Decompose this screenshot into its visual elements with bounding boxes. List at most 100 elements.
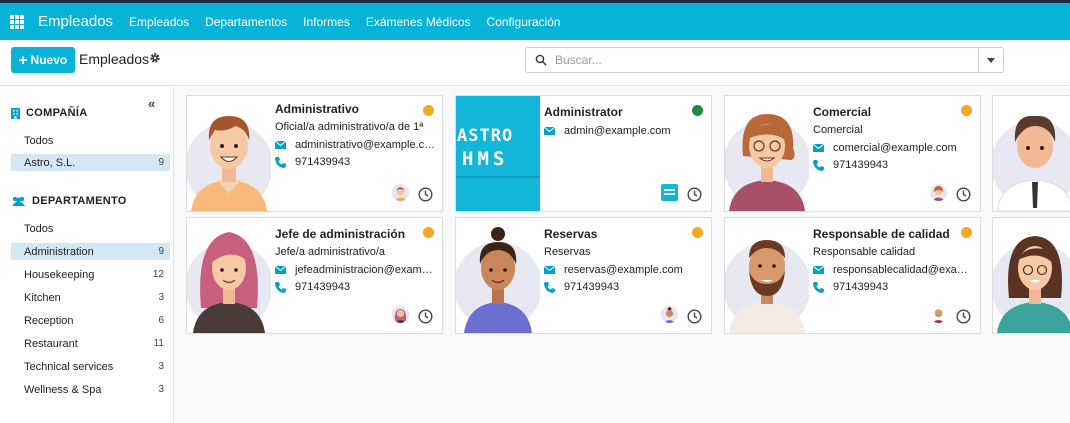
manager-avatar[interactable] [930,184,947,201]
employee-email-row: responsablecalidad@example.com [813,263,974,277]
employee-info: Administrativo Oficial/a administrativo/… [275,102,436,169]
apps-grid-icon[interactable] [10,14,24,29]
employee-info: Responsable de calidad Responsable calid… [813,227,974,294]
employee-job-title: Reservas [544,246,591,258]
employee-email-row: admin@example.com [544,124,705,138]
employee-info: Administrator admin@example.com [544,105,705,138]
employee-phone[interactable]: 971439943 [295,156,350,168]
employee-photo [725,218,809,333]
presence-status-dot [961,227,972,238]
employee-card[interactable]: Jefe de administración Jefe/a administra… [186,217,443,334]
clock-icon[interactable] [956,309,971,324]
search-box [525,47,1004,73]
search-options-toggle[interactable] [978,48,1003,72]
manager-avatar[interactable] [930,306,947,323]
department-item-label: Reception [24,314,74,327]
manager-avatar[interactable] [392,184,409,201]
phone-icon [275,281,286,293]
employee-email[interactable]: reservas@example.com [564,264,683,276]
employee-name: Comercial [813,105,872,119]
menu-empleados[interactable]: Empleados [129,15,189,29]
employee-phone[interactable]: 971439943 [295,281,350,293]
department-item-administration[interactable]: Administration 9 [11,243,170,260]
gear-icon[interactable] [149,52,161,64]
logo-line-hms: HMS [462,148,509,170]
department-item-label: Housekeeping [24,268,95,281]
employee-phone[interactable]: 971439943 [833,281,888,293]
employee-name: Responsable de calidad [813,227,950,241]
employee-card[interactable]: Administrativo Oficial/a administrativo/… [186,95,443,212]
presence-status-dot [692,227,703,238]
department-item-reception[interactable]: Reception 6 [11,312,170,329]
company-item-label: Todos [24,134,54,147]
menu-configuracion[interactable]: Configuración [487,15,561,29]
employee-card[interactable] [992,217,1070,334]
department-item-count: 3 [158,384,164,395]
employee-email[interactable]: responsablecalidad@example.com [833,264,974,276]
clock-icon[interactable] [687,187,702,202]
manager-avatar[interactable] [661,184,678,201]
employee-phone[interactable]: 971439943 [833,159,888,171]
collapse-sidebar-icon[interactable]: « [148,96,155,111]
employee-phone[interactable]: 971439943 [564,281,619,293]
employee-card[interactable]: Comercial Comercial comercial@example.co… [724,95,981,212]
department-item-restaurant[interactable]: Restaurant 11 [11,335,170,352]
envelope-icon [813,266,824,274]
menu-informes[interactable]: Informes [303,15,350,29]
employee-email-row: jefeadministracion@example.com [275,263,436,277]
envelope-icon [544,266,555,274]
search-icon [535,54,547,66]
department-item-count: 11 [153,338,164,349]
company-item-all[interactable]: Todos [11,132,170,149]
company-item-label: Astro, S.L. [24,156,76,169]
clock-icon[interactable] [418,309,433,324]
employee-card[interactable]: Reservas Reservas reservas@example.com 9… [455,217,712,334]
department-item-label: Technical services [24,360,114,373]
department-item-count: 3 [158,361,164,372]
department-item-housekeeping[interactable]: Housekeeping 12 [11,266,170,283]
department-item-count: 12 [152,269,164,280]
employee-email[interactable]: admin@example.com [564,125,671,137]
employee-email-row: reservas@example.com [544,263,705,277]
department-item-count: 9 [158,246,164,257]
department-item-technical-services[interactable]: Technical services 3 [11,358,170,375]
department-item-wellness-spa[interactable]: Wellness & Spa 3 [11,381,170,398]
employee-info: Comercial Comercial comercial@example.co… [813,105,974,172]
menu-departamentos[interactable]: Departamentos [205,15,287,29]
menu-examenes-medicos[interactable]: Exámenes Médicos [366,15,471,29]
employee-email[interactable]: administrativo@example.com [295,139,436,151]
envelope-icon [544,127,555,135]
employee-email[interactable]: jefeadministracion@example.com [295,264,436,276]
chevron-down-icon [987,57,995,63]
employee-name: Jefe de administración [275,227,406,241]
new-button[interactable]: + Nuevo [11,47,75,73]
employee-card[interactable]: Responsable de calidad Responsable calid… [724,217,981,334]
employee-phone-row: 971439943 [813,158,974,172]
search-input[interactable] [555,51,975,69]
department-item-label: Administration [24,245,94,258]
app-brand[interactable]: Empleados [38,13,113,30]
clock-icon[interactable] [956,187,971,202]
page-title: Empleados [79,51,150,67]
department-item-kitchen[interactable]: Kitchen 3 [11,289,170,306]
department-item-all[interactable]: Todos [11,220,170,237]
envelope-icon [275,141,286,149]
phone-icon [813,281,824,293]
clock-icon[interactable] [687,309,702,324]
employee-info: Reservas Reservas reservas@example.com 9… [544,227,705,294]
employee-card[interactable] [992,95,1070,212]
employee-name: Reservas [544,227,598,241]
clock-icon[interactable] [418,187,433,202]
building-icon [11,107,20,119]
presence-status-dot [692,105,703,116]
employee-job-title: Jefe/a administrativo/a [275,246,386,258]
employee-card[interactable]: ASTRO HMS Administrator admin@example.co… [455,95,712,212]
manager-avatar[interactable] [392,306,409,323]
company-item-astro[interactable]: Astro, S.L. 9 [11,154,170,171]
top-navbar: Empleados Empleados Departamentos Inform… [0,0,1070,40]
manager-avatar[interactable] [661,306,678,323]
plus-icon: + [18,51,28,69]
employee-email[interactable]: comercial@example.com [833,142,957,154]
employee-job-title: Oficial/a administrativo/a de 1ª [275,121,424,133]
employee-job-title: Comercial [813,124,863,136]
